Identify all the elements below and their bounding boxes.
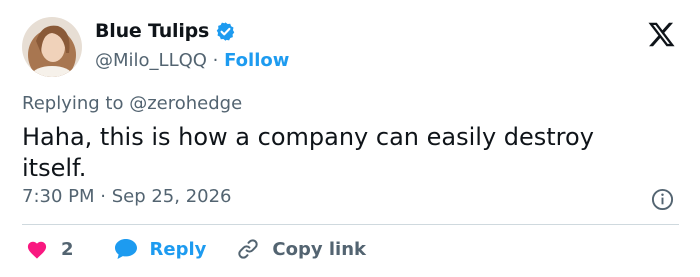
follow-button[interactable]: Follow: [224, 50, 289, 71]
like-button[interactable]: 2: [26, 239, 74, 260]
reply-mention-link[interactable]: @zerohedge: [129, 93, 242, 114]
tweet-timestamp[interactable]: 7:30 PM · Sep 25, 2026: [22, 186, 232, 207]
replying-to-line: Replying to @zerohedge: [22, 93, 242, 114]
copy-link-button[interactable]: Copy link: [236, 237, 366, 261]
display-name[interactable]: Blue Tulips: [95, 20, 209, 42]
author-name-row: Blue Tulips: [95, 20, 236, 42]
replying-to-prefix: Replying to: [22, 93, 130, 114]
like-count: 2: [61, 238, 74, 260]
link-icon: [238, 239, 259, 259]
avatar[interactable]: [22, 17, 82, 77]
author-handle-row: @Milo_LLQQ · Follow: [95, 50, 289, 71]
verified-badge-icon: [216, 21, 235, 41]
tweet-card: Blue Tulips @Milo_LLQQ · Follow Replying…: [0, 0, 700, 277]
speech-bubble-icon: [114, 239, 137, 259]
info-icon[interactable]: [651, 188, 674, 211]
action-bar: 2 Reply Copy link: [26, 237, 366, 261]
x-logo-icon[interactable]: [646, 20, 677, 49]
reply-button[interactable]: Reply: [114, 238, 207, 260]
copy-link-label: Copy link: [272, 238, 366, 260]
author-handle[interactable]: @Milo_LLQQ: [95, 50, 207, 71]
reply-label: Reply: [149, 238, 207, 260]
tweet-text: Haha, this is how a company can easily d…: [22, 123, 594, 182]
divider: [22, 224, 679, 225]
handle-separator: ·: [206, 50, 225, 71]
heart-icon: [27, 241, 47, 259]
